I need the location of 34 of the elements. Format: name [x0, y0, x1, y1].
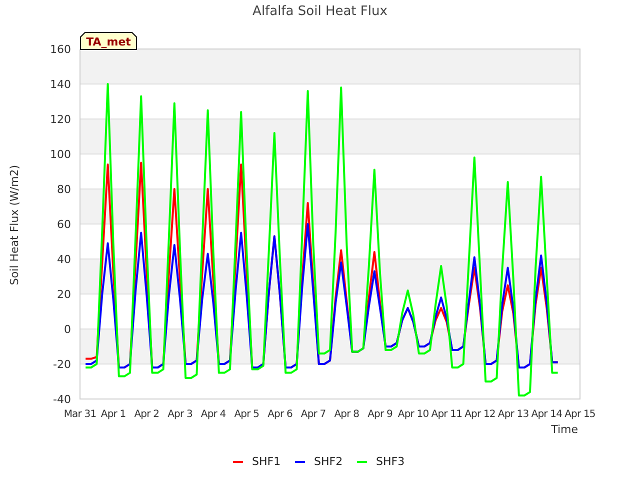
y-tick-label: 40 — [57, 253, 71, 266]
x-tick-label: Apr 8 — [334, 409, 360, 420]
y-axis-label: Soil Heat Flux (W/m2) — [8, 164, 21, 286]
legend-label: SHF3 — [376, 455, 405, 468]
x-tick-label: Apr 6 — [268, 409, 292, 420]
x-tick-label: Apr 12 — [464, 409, 496, 420]
x-tick-label: Apr 9 — [368, 409, 392, 420]
badge-label: TA_met — [80, 32, 137, 50]
y-tick-label: 100 — [50, 148, 71, 161]
x-tick-label: Apr 2 — [134, 409, 160, 420]
y-tick-label: -20 — [53, 358, 71, 371]
legend-label: SHF1 — [252, 455, 281, 468]
x-tick-label: Apr 14 — [531, 409, 562, 420]
x-tick-label: Mar 31 — [64, 409, 96, 420]
y-tick-label: -40 — [53, 393, 71, 406]
x-tick-label: Apr 5 — [234, 409, 260, 420]
y-tick-label: 0 — [64, 323, 71, 336]
x-tick-label: Apr 15 — [564, 409, 596, 420]
x-tick-label: Apr 10 — [398, 409, 429, 420]
y-tick-label: 60 — [57, 218, 71, 231]
y-tick-label: 140 — [50, 78, 71, 91]
x-tick-label: Apr 7 — [300, 409, 326, 420]
x-tick-label: Apr 4 — [200, 409, 226, 420]
y-tick-label: 80 — [57, 183, 71, 196]
x-tick-label: Apr 13 — [498, 409, 529, 420]
y-tick-label: 120 — [50, 113, 71, 126]
chart-title: Alfalfa Soil Heat Flux — [252, 4, 388, 19]
y-tick-label: 20 — [57, 288, 71, 301]
legend-label: SHF2 — [314, 455, 343, 468]
x-axis-label: Time — [551, 423, 578, 436]
y-tick-label: 160 — [50, 43, 71, 56]
x-tick-label: Apr 1 — [100, 409, 126, 420]
x-tick-label: Apr 3 — [168, 409, 192, 420]
x-tick-label: Apr 11 — [431, 409, 462, 420]
